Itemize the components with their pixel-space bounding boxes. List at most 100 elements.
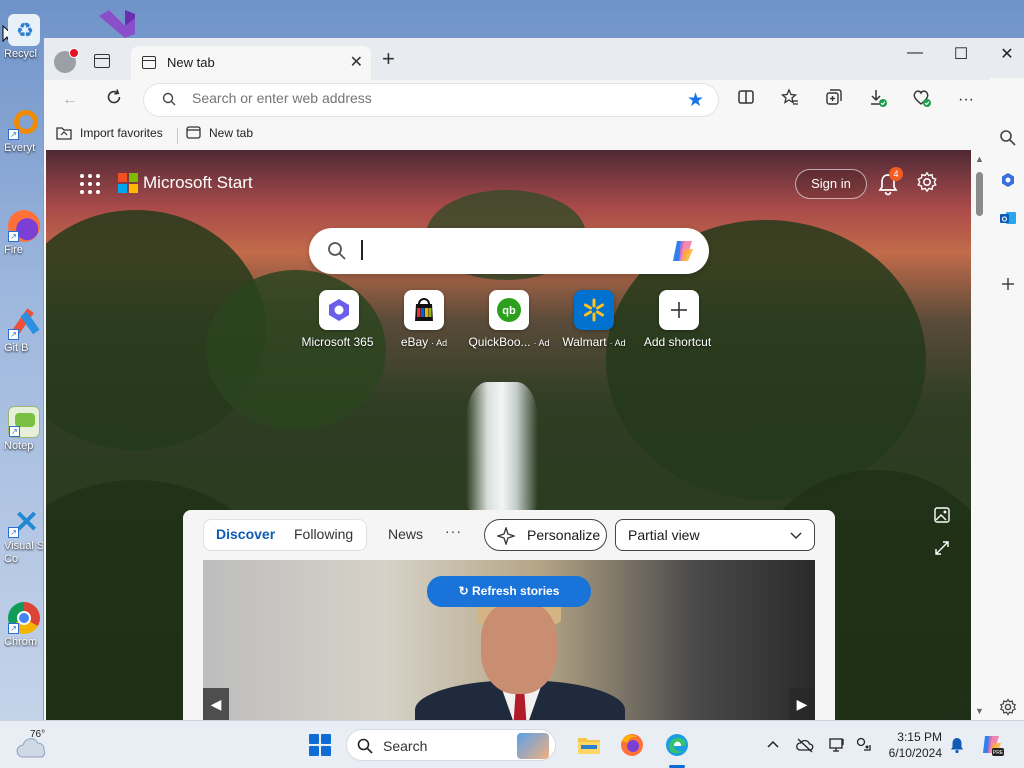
- search-icon: [162, 92, 176, 106]
- close-tab-icon[interactable]: ✕: [350, 52, 363, 72]
- system-clock[interactable]: 3:15 PM 6/10/2024: [884, 729, 942, 761]
- profile-avatar-icon[interactable]: [54, 48, 79, 73]
- favorite-star-icon[interactable]: ★: [687, 89, 704, 112]
- sparkle-icon: [497, 527, 515, 545]
- sign-in-button[interactable]: Sign in: [795, 169, 867, 199]
- desktop-icon-notepad[interactable]: ↗ Notep: [4, 406, 44, 462]
- favorites-button[interactable]: [778, 88, 802, 112]
- quick-link-microsoft-365[interactable]: Microsoft 365: [294, 290, 384, 349]
- gear-icon[interactable]: [916, 171, 938, 193]
- outlook-icon[interactable]: O: [999, 209, 1017, 227]
- desktop-icon-label: Visual S Co: [4, 540, 44, 565]
- view-mode-dropdown[interactable]: Partial view: [615, 519, 815, 551]
- start-button[interactable]: [309, 734, 331, 756]
- chevron-down-icon: [790, 532, 802, 540]
- downloads-button[interactable]: [866, 88, 890, 112]
- favorites-new-tab-link[interactable]: New tab: [186, 125, 253, 145]
- story-card-image[interactable]: ↻ Refresh stories ◀ ▶: [203, 560, 815, 720]
- import-favorites-label: Import favorites: [80, 125, 163, 140]
- story-photo-person: [481, 602, 557, 694]
- new-tab-button[interactable]: +: [382, 48, 395, 70]
- desktop-icon-everything[interactable]: ↗ Everyt: [4, 108, 44, 164]
- notification-bell-icon[interactable]: [948, 736, 966, 754]
- recycle-bin-icon: ♻: [8, 14, 40, 46]
- quick-link-label: eBay: [400, 335, 429, 349]
- feed-tab-group: Discover Following: [203, 519, 367, 551]
- scrollbar-thumb[interactable]: [976, 172, 983, 216]
- web-search-input[interactable]: [361, 240, 651, 260]
- quick-link-walmart[interactable]: Walmart · Ad: [549, 290, 639, 349]
- favorites-new-tab-label: New tab: [209, 125, 254, 140]
- shortcut-arrow-icon: ↗: [8, 129, 19, 140]
- copilot-icon[interactable]: [669, 237, 697, 265]
- apps-launcher-icon[interactable]: [80, 174, 100, 194]
- desktop-icon-recycle-bin[interactable]: ♻ Recycl: [4, 14, 44, 70]
- minimize-button[interactable]: —: [892, 44, 938, 62]
- file-explorer-icon[interactable]: [575, 731, 603, 759]
- quick-link-quickbooks[interactable]: qb QuickBoo... · Ad: [464, 290, 554, 349]
- microsoft-edge-icon[interactable]: [663, 731, 691, 759]
- add-shortcut-button[interactable]: Add shortcut: [634, 290, 724, 349]
- svg-text:qb: qb: [502, 305, 516, 317]
- split-screen-icon: [738, 90, 754, 104]
- address-input[interactable]: [192, 90, 652, 106]
- brand-title[interactable]: Microsoft Start: [143, 173, 253, 193]
- collections-icon: [826, 89, 842, 105]
- address-bar[interactable]: ★: [144, 84, 718, 116]
- git-bash-icon: ↗: [8, 308, 40, 340]
- tab-actions-icon[interactable]: [94, 54, 110, 68]
- refresh-button[interactable]: [102, 88, 126, 112]
- quick-link-ebay[interactable]: eBay · Ad: [379, 290, 469, 349]
- search-highlight-image: [517, 733, 549, 759]
- desktop-icon-label: Everyt: [4, 142, 36, 154]
- expand-icon[interactable]: [933, 539, 951, 557]
- scroll-up-arrow-icon[interactable]: ▲: [975, 154, 984, 164]
- carousel-next-button[interactable]: ▶: [789, 688, 815, 720]
- quick-link-label: Microsoft 365: [301, 335, 374, 349]
- page-scrollbar[interactable]: ▲ ▼: [972, 150, 986, 720]
- maximize-button[interactable]: ☐: [938, 44, 984, 64]
- tab-discover[interactable]: Discover: [216, 526, 275, 542]
- svg-text:PRE: PRE: [993, 750, 1004, 756]
- onedrive-offline-icon[interactable]: [796, 736, 814, 754]
- web-search-box[interactable]: [309, 228, 709, 274]
- visual-studio-icon: [99, 10, 135, 38]
- sidebar-settings-gear-icon[interactable]: [999, 698, 1017, 716]
- desktop-icon-firefox[interactable]: ↗ Fire: [4, 210, 44, 266]
- desktop-icon-git-bash[interactable]: ↗ Git B: [4, 308, 44, 364]
- copilot-preview-icon[interactable]: PRE: [980, 733, 1004, 757]
- everything-search-icon: ↗: [8, 108, 40, 140]
- browser-essentials-button[interactable]: [910, 88, 934, 112]
- new-tab-page-icon: [186, 126, 201, 139]
- split-screen-button[interactable]: [734, 88, 758, 112]
- display-settings-icon[interactable]: [855, 736, 873, 754]
- add-sidebar-app-icon[interactable]: [999, 275, 1017, 293]
- microsoft-365-sidebar-icon[interactable]: [999, 171, 1017, 189]
- quick-link-label: Walmart: [562, 335, 607, 349]
- visual-studio-desktop-icon[interactable]: [95, 6, 139, 38]
- network-display-icon[interactable]: [828, 736, 846, 754]
- import-favorites-link[interactable]: Import favorites: [56, 125, 163, 145]
- settings-and-more-button[interactable]: ···: [954, 88, 978, 112]
- more-tabs-button[interactable]: ···: [445, 523, 462, 539]
- shortcut-arrow-icon: ↗: [9, 426, 20, 437]
- personalize-button[interactable]: Personalize: [484, 519, 607, 551]
- back-button[interactable]: ←: [58, 88, 82, 112]
- desktop-icon-visual-studio-code[interactable]: ✕ ↗ Visual S Co: [4, 506, 44, 578]
- scroll-down-arrow-icon[interactable]: ▼: [975, 706, 984, 716]
- firefox-icon[interactable]: [618, 731, 646, 759]
- refresh-stories-button[interactable]: ↻ Refresh stories: [427, 576, 591, 607]
- tab-following[interactable]: Following: [294, 526, 353, 542]
- carousel-prev-button[interactable]: ◀: [203, 688, 229, 720]
- ad-label: · Ad: [609, 338, 626, 348]
- tab-new-tab[interactable]: New tab ✕: [131, 46, 371, 80]
- chevron-up-icon[interactable]: [764, 736, 782, 754]
- ad-label: · Ad: [533, 338, 550, 348]
- tab-news[interactable]: News: [388, 526, 423, 542]
- close-window-button[interactable]: ✕: [984, 44, 1024, 64]
- desktop-icon-chrome[interactable]: ↗ Chrom: [4, 602, 44, 658]
- search-icon[interactable]: [999, 129, 1017, 147]
- taskbar-search-box[interactable]: Search: [346, 729, 556, 761]
- collections-button[interactable]: [822, 88, 846, 112]
- image-info-icon[interactable]: [933, 506, 951, 524]
